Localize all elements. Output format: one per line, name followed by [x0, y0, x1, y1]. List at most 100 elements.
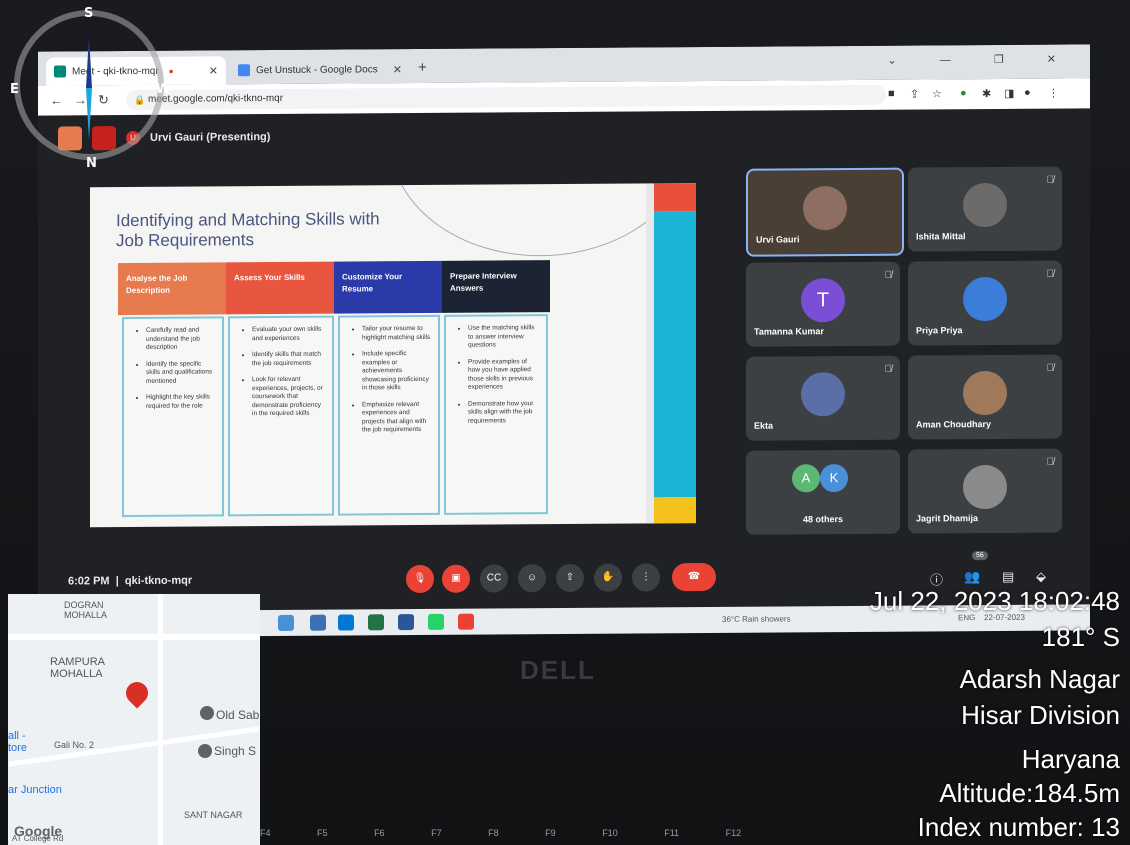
list-item: Use the matching skills to answer interv… [468, 324, 540, 350]
participant-tile[interactable]: 🎙̸ Jagrit Dhamija [908, 448, 1062, 534]
url-field[interactable]: 🔒 meet.google.com/qki-tkno-mqr [126, 84, 886, 111]
map-label: Old Sab [216, 708, 260, 722]
others-count: 48 others [802, 514, 844, 525]
camera-toggle-button[interactable]: ▣ [442, 564, 470, 593]
division-overlay: Hisar Division [961, 700, 1120, 730]
map-label: ar Junction [8, 784, 62, 796]
end-call-button[interactable]: ☎ [672, 562, 716, 592]
present-button[interactable]: ⇧ [556, 563, 584, 593]
avatar: A [792, 464, 820, 493]
column-heading-3: Customize Your Resume [334, 260, 442, 314]
key-f11: F11 [664, 828, 680, 838]
list-item: Emphasize relevant experiences and proje… [362, 400, 432, 434]
whatsapp-icon[interactable] [428, 613, 444, 630]
place-marker-icon [198, 744, 212, 758]
column-body-1: Carefully read and understand the job de… [122, 316, 224, 518]
participant-name: Ishita Mittal [916, 231, 966, 242]
extensions-puzzle-icon[interactable]: ✱ [982, 87, 991, 100]
key-f8: F8 [488, 828, 499, 838]
map-label: Gali No. 2 [54, 740, 95, 750]
chrome-icon[interactable] [458, 613, 474, 630]
compass-label-left: E [10, 82, 19, 97]
profile-avatar[interactable]: ● [1024, 87, 1031, 99]
video-feed [803, 186, 847, 231]
captions-button[interactable]: CC [480, 564, 508, 593]
key-f7: F7 [431, 828, 442, 838]
taskbar-app-icon[interactable] [310, 614, 326, 631]
key-f6: F6 [374, 828, 385, 838]
close-icon[interactable]: ✕ [393, 63, 402, 76]
altitude-overlay: Altitude:184.5m [939, 778, 1120, 808]
column-heading-2: Assess Your Skills [226, 261, 334, 315]
tab-docs-label: Get Unstuck - Google Docs [256, 63, 378, 76]
taskbar-app-icon[interactable] [278, 614, 294, 631]
word-icon[interactable] [398, 614, 414, 631]
side-panel-icon[interactable]: ◨ [1004, 87, 1014, 100]
share-icon[interactable]: ⇪ [910, 88, 919, 101]
close-icon[interactable]: ✕ [209, 64, 218, 77]
avatar: T [801, 278, 845, 323]
participant-name: Urvi Gauri [756, 234, 800, 245]
map-label: all - tore [8, 730, 27, 754]
map-label: SANT NAGAR [184, 810, 243, 820]
list-item: Identify skills that match the job requi… [252, 351, 326, 369]
people-count-badge: 56 [972, 551, 988, 561]
mic-off-icon: 🎙̸ [1046, 268, 1055, 280]
bookmark-star-icon[interactable]: ☆ [932, 87, 942, 100]
meeting-code: qki-tkno-mqr [124, 574, 193, 588]
new-tab-button[interactable]: + [418, 59, 427, 76]
avatar [963, 182, 1007, 228]
participant-name: Priya Priya [916, 325, 963, 336]
participant-tile[interactable]: T 🎙̸ Tamanna Kumar [746, 261, 900, 347]
column-body-4: Use the matching skills to answer interv… [444, 314, 548, 515]
mic-off-icon: 🎙̸ [884, 269, 893, 281]
column-body-3: Tailor your resume to highlight matching… [338, 314, 440, 516]
map-label: RAMPURA MOHALLA [50, 656, 105, 680]
compass-label-bottom: N [86, 156, 97, 171]
taskbar-app-icon[interactable] [338, 614, 354, 631]
list-item: Tailor your resume to highlight matching… [362, 325, 432, 342]
more-options-button[interactable]: ⋮ [632, 563, 660, 592]
avatar [963, 370, 1007, 416]
extension-icon[interactable]: ● [960, 87, 967, 99]
chat-icon[interactable]: ▤ [1002, 569, 1014, 585]
participant-tile[interactable]: 🎙̸ Ishita Mittal [908, 166, 1062, 252]
tab-docs[interactable]: Get Unstuck - Google Docs ✕ [230, 55, 410, 84]
meeting-time: 6:02 PM | qki-tkno-mqr [68, 574, 193, 588]
list-item: Carefully read and understand the job de… [146, 326, 216, 352]
map-label: DOGRAN MOHALLA [64, 600, 108, 620]
key-f5: F5 [317, 828, 328, 838]
excel-icon[interactable] [368, 614, 384, 631]
participant-tile[interactable]: 🎙̸ Aman Choudhary [908, 354, 1062, 440]
list-item: Provide examples of how you have applied… [468, 358, 540, 393]
participant-name: Jagrit Dhamija [916, 513, 979, 524]
presentation-slide: Identifying and Matching Skills with Job… [90, 183, 696, 528]
place-marker-icon [200, 706, 214, 720]
raise-hand-button[interactable]: ✋ [594, 563, 622, 592]
compass-needle-icon [86, 36, 92, 140]
mic-toggle-button[interactable]: 🎙 [406, 564, 434, 594]
slide-strip-red [654, 183, 696, 212]
camera-indicator-icon[interactable]: ■ [888, 88, 895, 100]
key-f10: F10 [602, 828, 618, 838]
google-logo: Google [14, 823, 63, 839]
menu-kebab-icon[interactable]: ⋮ [1048, 87, 1059, 100]
people-icon[interactable]: 👥 [964, 569, 980, 585]
participant-tile[interactable]: 🎙̸ Priya Priya [908, 260, 1062, 346]
participant-tile[interactable]: 🎙̸ Ekta [746, 355, 900, 441]
function-keys: F4 F5 F6 F7 F8 F9 F10 F11 F12 [260, 828, 741, 838]
others-tile[interactable]: A K 48 others [746, 449, 900, 535]
mic-off-icon: 🎙̸ [1046, 456, 1055, 468]
weather-text: 36°C Rain showers [722, 614, 791, 624]
key-f12: F12 [725, 828, 742, 838]
activities-icon[interactable]: ⬙ [1036, 569, 1046, 585]
emoji-button[interactable]: ☺ [518, 564, 546, 593]
avatar [801, 372, 845, 417]
key-f4: F4 [260, 828, 271, 838]
participant-name: Tamanna Kumar [754, 326, 824, 337]
participant-tile[interactable]: Urvi Gauri [746, 167, 904, 257]
slide-strip-cyan [654, 211, 696, 498]
participant-name: Ekta [754, 420, 774, 431]
window-controls[interactable]: ⌄ — ❐ ✕ [888, 52, 1076, 66]
column-body-2: Evaluate your own skills and experiences… [228, 315, 334, 517]
